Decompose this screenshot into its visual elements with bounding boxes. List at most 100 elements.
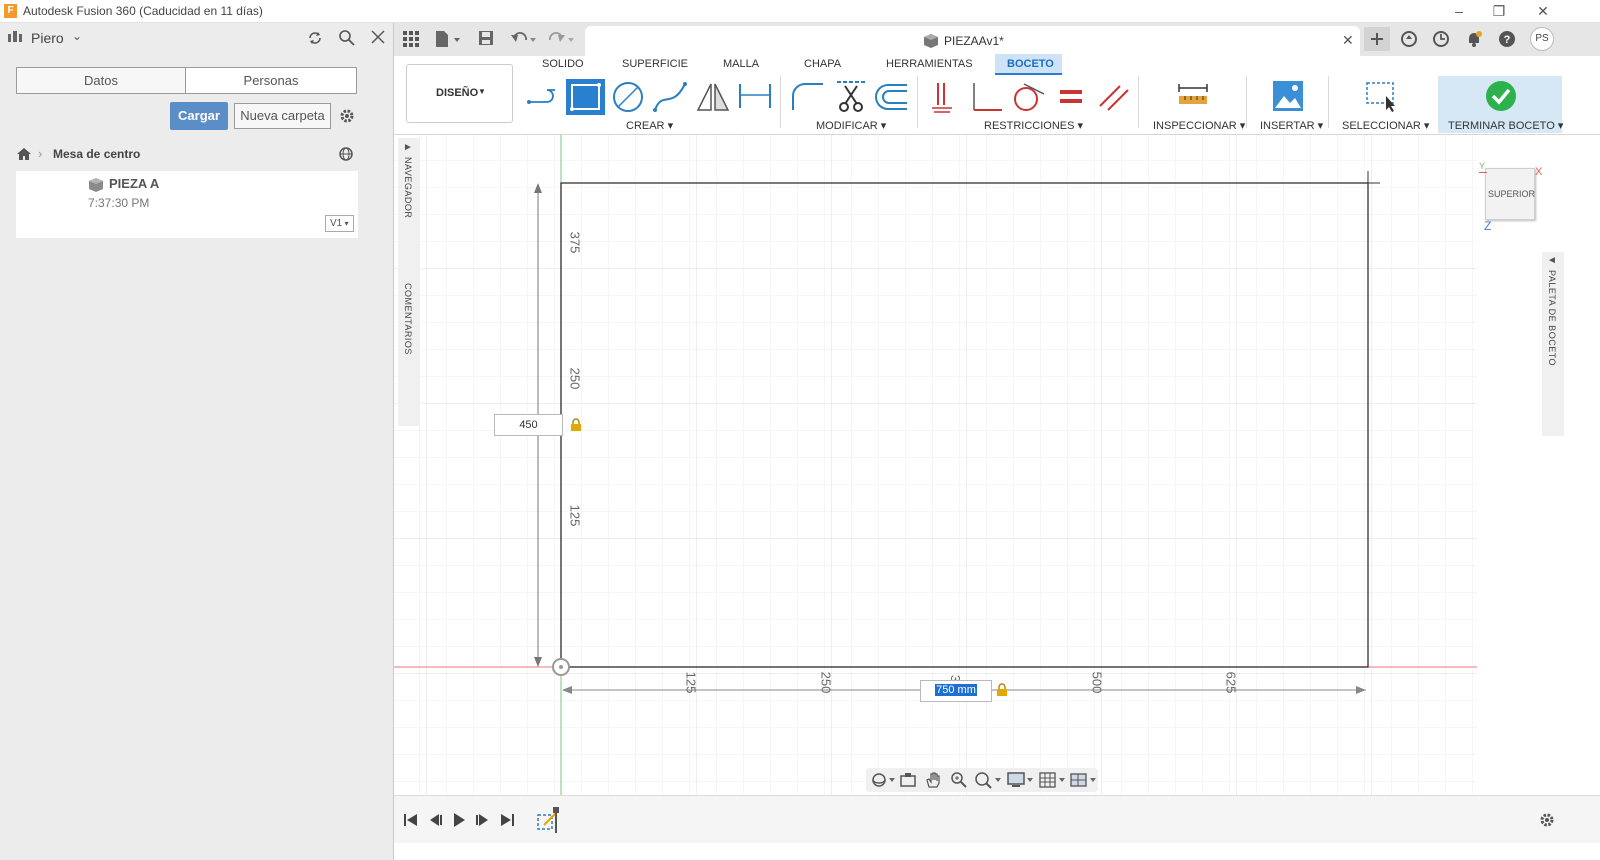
parallel-constraint-icon[interactable] (1096, 80, 1132, 117)
restricciones-label: RESTRICCIONES (984, 120, 1075, 132)
coincident-constraint-icon[interactable] (928, 80, 958, 117)
document-tab[interactable]: PIEZAAv1* ✕ (585, 26, 1360, 56)
axis-x-indicator (1479, 172, 1487, 173)
tab-superficie[interactable]: SUPERFICIE (622, 58, 688, 70)
tangent-constraint-icon[interactable] (1010, 80, 1046, 117)
restricciones-menu[interactable]: RESTRICCIONES ▾ (984, 119, 1083, 132)
line-tool-icon[interactable] (525, 80, 561, 115)
expand-arrow-icon[interactable]: ► (403, 142, 413, 153)
width-dimension-input[interactable]: 750 mm (920, 680, 992, 702)
tab-datos[interactable]: Datos (16, 67, 186, 94)
view-cube[interactable]: SUPERIOR (1485, 168, 1535, 220)
window-select-icon[interactable] (1364, 80, 1398, 115)
ruler-label: 625 (1223, 671, 1239, 694)
zoom-icon[interactable] (950, 771, 968, 792)
workspace-dropdown[interactable]: DISEÑO ▼ (406, 64, 513, 123)
dimension-tool-icon[interactable] (737, 80, 773, 117)
version-dropdown[interactable]: V1 ▾ (325, 215, 354, 232)
avatar[interactable]: PS (1530, 27, 1554, 51)
search-icon[interactable] (338, 29, 356, 50)
fillet-tool-icon[interactable] (790, 80, 826, 117)
user-hub-name[interactable]: Piero (31, 30, 64, 46)
step-back-icon[interactable] (427, 812, 443, 831)
sketch-palette-tab[interactable]: ◄ PALETA DE BOCETO (1542, 252, 1564, 436)
viewports-icon[interactable] (1069, 771, 1097, 792)
step-forward-icon[interactable] (475, 812, 491, 831)
new-tab-button[interactable] (1364, 27, 1390, 51)
tab-personas[interactable]: Personas (185, 67, 357, 94)
save-icon[interactable] (478, 30, 494, 49)
trim-scissors-icon[interactable] (833, 78, 869, 117)
pan-hand-icon[interactable] (924, 771, 942, 792)
tab-herramientas[interactable]: HERRAMIENTAS (886, 58, 973, 70)
upload-button[interactable]: Cargar (170, 102, 228, 130)
project-sync-icon[interactable] (338, 146, 356, 165)
mirror-tool-icon[interactable] (695, 80, 731, 117)
list-item[interactable]: PIEZA A 7:37:30 PM V1 ▾ (16, 171, 358, 238)
tab-boceto[interactable]: BOCETO (995, 54, 1062, 75)
offset-tool-icon[interactable] (874, 80, 910, 117)
comments-tab[interactable]: COMENTARIOS (403, 283, 413, 355)
timeline-sketch-feature-icon[interactable] (534, 805, 564, 838)
part-icon (88, 177, 104, 196)
item-time: 7:37:30 PM (88, 196, 150, 210)
svg-text:?: ? (1504, 34, 1511, 46)
circle-tool-icon[interactable] (610, 80, 646, 117)
gear-icon[interactable] (338, 107, 356, 128)
tab-chapa[interactable]: CHAPA (804, 58, 841, 70)
timeline-settings-gear-icon[interactable] (1538, 811, 1556, 832)
tab-solido[interactable]: SOLIDO (542, 58, 584, 70)
close-window-button[interactable]: ✕ (1520, 0, 1566, 23)
orbit-icon[interactable] (870, 771, 896, 792)
file-menu-icon[interactable] (434, 30, 462, 51)
new-folder-button[interactable]: Nueva carpeta (234, 103, 331, 129)
seleccionar-label: SELECCIONAR (1342, 120, 1421, 132)
equal-constraint-icon[interactable] (1056, 80, 1086, 117)
look-at-icon[interactable] (899, 771, 917, 792)
redo-icon[interactable] (548, 30, 576, 51)
notifications-icon[interactable] (1465, 30, 1483, 51)
finish-sketch-button[interactable]: TERMINAR BOCETO ▾ (1438, 76, 1563, 133)
modificar-menu[interactable]: MODIFICAR ▾ (816, 119, 886, 132)
group-divider (1246, 76, 1247, 128)
extensions-icon[interactable] (1400, 30, 1418, 51)
seleccionar-menu[interactable]: SELECCIONAR ▾ (1342, 119, 1429, 132)
insertar-menu[interactable]: INSERTAR ▾ (1260, 119, 1323, 132)
undo-icon[interactable] (510, 30, 538, 51)
go-to-end-icon[interactable] (499, 812, 515, 831)
group-divider (780, 76, 781, 128)
refresh-icon[interactable] (306, 29, 324, 50)
go-to-start-icon[interactable] (403, 812, 419, 831)
help-icon[interactable]: ? (1498, 30, 1516, 51)
grid-settings-icon[interactable] (1038, 771, 1066, 792)
close-tab-icon[interactable]: ✕ (1342, 32, 1354, 49)
restore-button[interactable]: ❐ (1476, 0, 1522, 23)
crear-menu[interactable]: CREAR ▾ (626, 119, 673, 132)
measure-tool-icon[interactable] (1176, 82, 1210, 113)
chevron-down-icon[interactable]: ⌄ (72, 29, 82, 43)
play-icon[interactable] (451, 812, 467, 831)
height-dimension-input[interactable]: 450 (494, 414, 563, 436)
part-icon (923, 33, 939, 52)
tab-malla[interactable]: MALLA (723, 58, 759, 70)
navigator-tab[interactable]: NAVEGADOR (403, 157, 413, 218)
perpendicular-constraint-icon[interactable] (968, 80, 1004, 117)
spline-tool-icon[interactable] (652, 80, 688, 117)
team-hub-icon[interactable] (8, 31, 22, 45)
display-settings-icon[interactable] (1006, 771, 1034, 792)
group-divider (1328, 76, 1329, 128)
home-icon[interactable] (16, 147, 32, 164)
lock-icon[interactable] (570, 418, 582, 435)
ruler-label: 500 (1089, 671, 1105, 694)
collapse-arrow-icon[interactable]: ◄ (1547, 255, 1557, 266)
breadcrumb[interactable]: Mesa de centro (53, 147, 140, 161)
close-panel-icon[interactable] (370, 29, 386, 48)
fit-zoom-icon[interactable] (974, 771, 1002, 792)
job-status-icon[interactable] (1432, 30, 1450, 51)
inspeccionar-menu[interactable]: INSPECCIONAR ▾ (1153, 119, 1245, 132)
lock-icon[interactable] (996, 683, 1008, 700)
insert-image-icon[interactable] (1272, 80, 1304, 115)
rectangle-tool-icon[interactable] (566, 79, 605, 115)
apps-grid-icon[interactable] (403, 31, 419, 50)
sketch-canvas[interactable]: 375 250 125 125 250 3 500 625 450 750 mm… (394, 135, 1477, 795)
